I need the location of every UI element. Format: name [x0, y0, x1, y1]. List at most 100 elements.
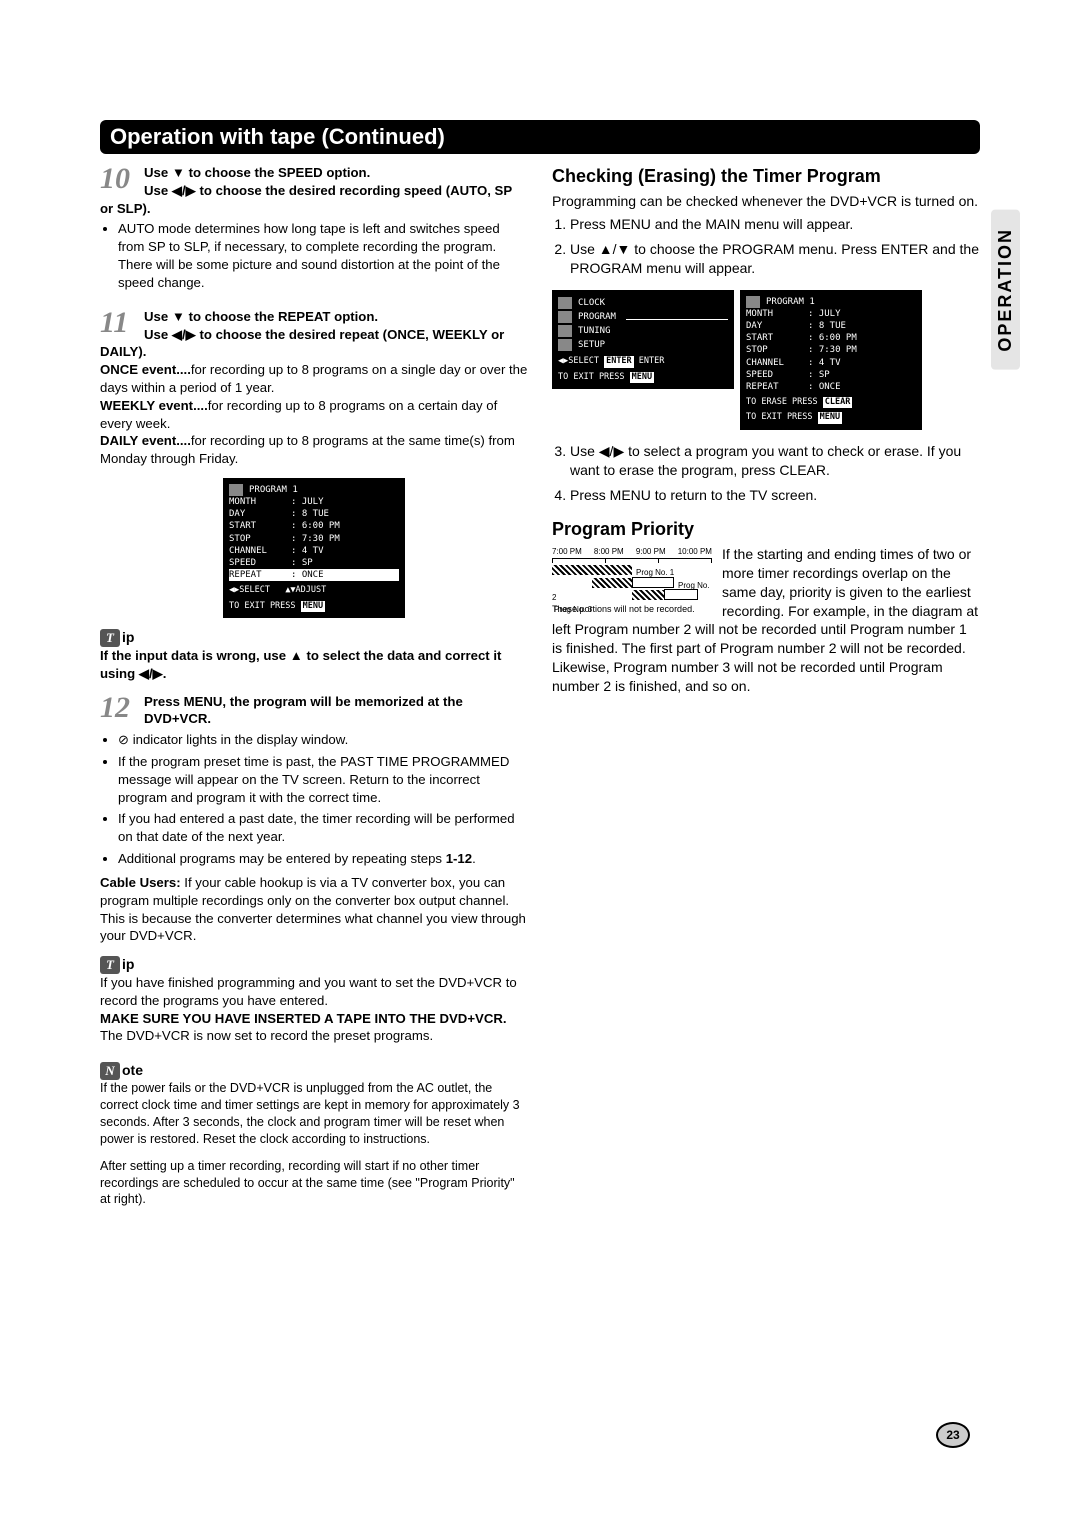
right-column: Checking (Erasing) the Timer Program Pro… [552, 164, 980, 1208]
osd-program-screen: PROGRAM 1 MONTH: JULYDAY: 8 TUESTART: 6:… [223, 478, 405, 618]
osd-key: REPEAT [746, 381, 808, 393]
osd-key: STOP [746, 344, 808, 356]
osd-key: DAY [746, 320, 808, 332]
left-column: 10 Use ▼ to choose the SPEED option. Use… [100, 164, 528, 1208]
step11-line2: Use ◀/▶ to choose the desired repeat (ON… [100, 327, 504, 360]
clear-key-icon: CLEAR [823, 397, 853, 408]
step-number-icon: 11 [100, 308, 136, 338]
page-header: Operation with tape (Continued) [100, 120, 980, 154]
step-12: 12 Press MENU, the program will be memor… [100, 693, 528, 946]
osd2-exit: TO EXIT PRESS [746, 412, 813, 422]
tip2-body: MAKE SURE YOU HAVE INSERTED A TAPE INTO … [100, 1010, 528, 1046]
daily-label: DAILY event.... [100, 433, 191, 448]
step11-line1: Use ▼ to choose the REPEAT option. [144, 309, 378, 324]
note-p1: If the power fails or the DVD+VCR is unp… [100, 1080, 528, 1148]
osd-repeat-key: REPEAT [229, 569, 291, 581]
osd-val: : 4 TV [808, 357, 916, 369]
tip2-p1: If you have finished programming and you… [100, 974, 528, 1010]
vcr-icon [229, 484, 243, 496]
osd-val: : 7:30 PM [291, 533, 399, 545]
step12-b1: ⊘ indicator lights in the display window… [118, 731, 528, 749]
osd-val: : JULY [808, 308, 916, 320]
tip-icon: T [100, 629, 120, 647]
osd-val: : SP [808, 369, 916, 381]
step10-line1: Use ▼ to choose the SPEED option. [144, 165, 370, 180]
step-number-icon: 12 [100, 693, 136, 723]
menu-foot-exit: TO EXIT PRESS [558, 372, 625, 382]
side-tab-operation: OPERATION [991, 210, 1020, 370]
tip-icon: T [100, 956, 120, 974]
osd-key: CHANNEL [229, 545, 291, 557]
osd-val: : 6:00 PM [808, 332, 916, 344]
tip-heading-2: Tip [100, 955, 528, 974]
osd-repeat-val: : ONCE [291, 569, 324, 581]
osd2-title: PROGRAM 1 [766, 296, 815, 308]
time-label: 10:00 PM [678, 547, 712, 558]
osd-key: CHANNEL [746, 357, 808, 369]
osd-key: MONTH [229, 496, 291, 508]
setup-icon [558, 339, 572, 351]
program-icon [558, 311, 572, 323]
osd-val: : 8 TUE [291, 508, 399, 520]
program-menu-osd: PROGRAM 1 MONTH: JULYDAY: 8 TUESTART: 6:… [740, 290, 922, 430]
note-p2: After setting up a timer recording, reco… [100, 1158, 528, 1209]
step-number-icon: 10 [100, 164, 136, 194]
osd-key: SPEED [746, 369, 808, 381]
check-intro: Programming can be checked whenever the … [552, 192, 980, 211]
menu-tuning: TUNING [578, 325, 611, 337]
main-menu-osd: CLOCK PROGRAM TUNING SETUP ◀▶SELECT ENTE… [552, 290, 734, 390]
osd-key: STOP [229, 533, 291, 545]
check-step-4: Press MENU to return to the TV screen. [570, 486, 980, 505]
menu-program: PROGRAM [578, 311, 616, 323]
osd-val: : 7:30 PM [808, 344, 916, 356]
osd-key: START [746, 332, 808, 344]
step-11: 11 Use ▼ to choose the REPEAT option. Us… [100, 308, 528, 468]
osd-val: : JULY [291, 496, 399, 508]
note-suffix: ote [122, 1061, 143, 1080]
osd-key: START [229, 520, 291, 532]
osd-key: MONTH [746, 308, 808, 320]
note-icon: N [100, 1062, 120, 1080]
cable-users-label: Cable Users: [100, 875, 181, 890]
check-step-1: Press MENU and the MAIN menu will appear… [570, 215, 980, 234]
step-10: 10 Use ▼ to choose the SPEED option. Use… [100, 164, 528, 298]
osd-val: : 6:00 PM [291, 520, 399, 532]
prog3-label: Prog No. 3 [554, 605, 592, 614]
osd-val: : ONCE [808, 381, 916, 393]
step12-b3: If you had entered a past date, the time… [118, 810, 528, 846]
step12-line1: Press MENU, the program will be memorize… [144, 694, 463, 727]
osd-title: PROGRAM 1 [249, 484, 298, 496]
menu-key-icon: MENU [630, 372, 654, 383]
tip1-text: If the input data is wrong, use ▲ to sel… [100, 647, 528, 683]
tuning-icon [558, 325, 572, 337]
check-step-3: Use ◀/▶ to select a program you want to … [570, 442, 980, 480]
osd-key: DAY [229, 508, 291, 520]
step10-bullet: AUTO mode determines how long tape is le… [118, 220, 528, 291]
prog1-label: Prog No. 1 [636, 568, 674, 577]
heading-program-priority: Program Priority [552, 517, 980, 541]
osd-val: : 8 TUE [808, 320, 916, 332]
osd-foot-select: ◀▶SELECT [229, 585, 270, 595]
menu-setup: SETUP [578, 339, 605, 351]
menu-clock: CLOCK [578, 297, 605, 309]
check-step-2: Use ▲/▼ to choose the PROGRAM menu. Pres… [570, 240, 980, 278]
osd-val: : SP [291, 557, 399, 569]
menu-key-icon: MENU [301, 601, 325, 612]
osd-foot-adjust: ▲▼ADJUST [285, 585, 326, 595]
time-label: 8:00 PM [594, 547, 624, 558]
time-label: 7:00 PM [552, 547, 582, 558]
vcr-icon [746, 296, 760, 308]
osd-key: SPEED [229, 557, 291, 569]
osd-val: : 4 TV [291, 545, 399, 557]
tip-suffix: ip [122, 628, 134, 647]
priority-diagram: 7:00 PM 8:00 PM 9:00 PM 10:00 PM Prog No… [552, 547, 712, 615]
tip-heading: Tip [100, 628, 528, 647]
page-number-badge: 23 [936, 1422, 970, 1448]
enter-key-icon: ENTER [604, 356, 634, 367]
menu-key-icon: MENU [818, 412, 842, 423]
step10-line2: Use ◀/▶ to choose the desired recording … [100, 183, 512, 216]
osd2-erase: TO ERASE PRESS [746, 397, 818, 407]
clock-icon [558, 297, 572, 309]
time-label: 9:00 PM [636, 547, 666, 558]
step12-b4: Additional programs may be entered by re… [118, 850, 528, 868]
